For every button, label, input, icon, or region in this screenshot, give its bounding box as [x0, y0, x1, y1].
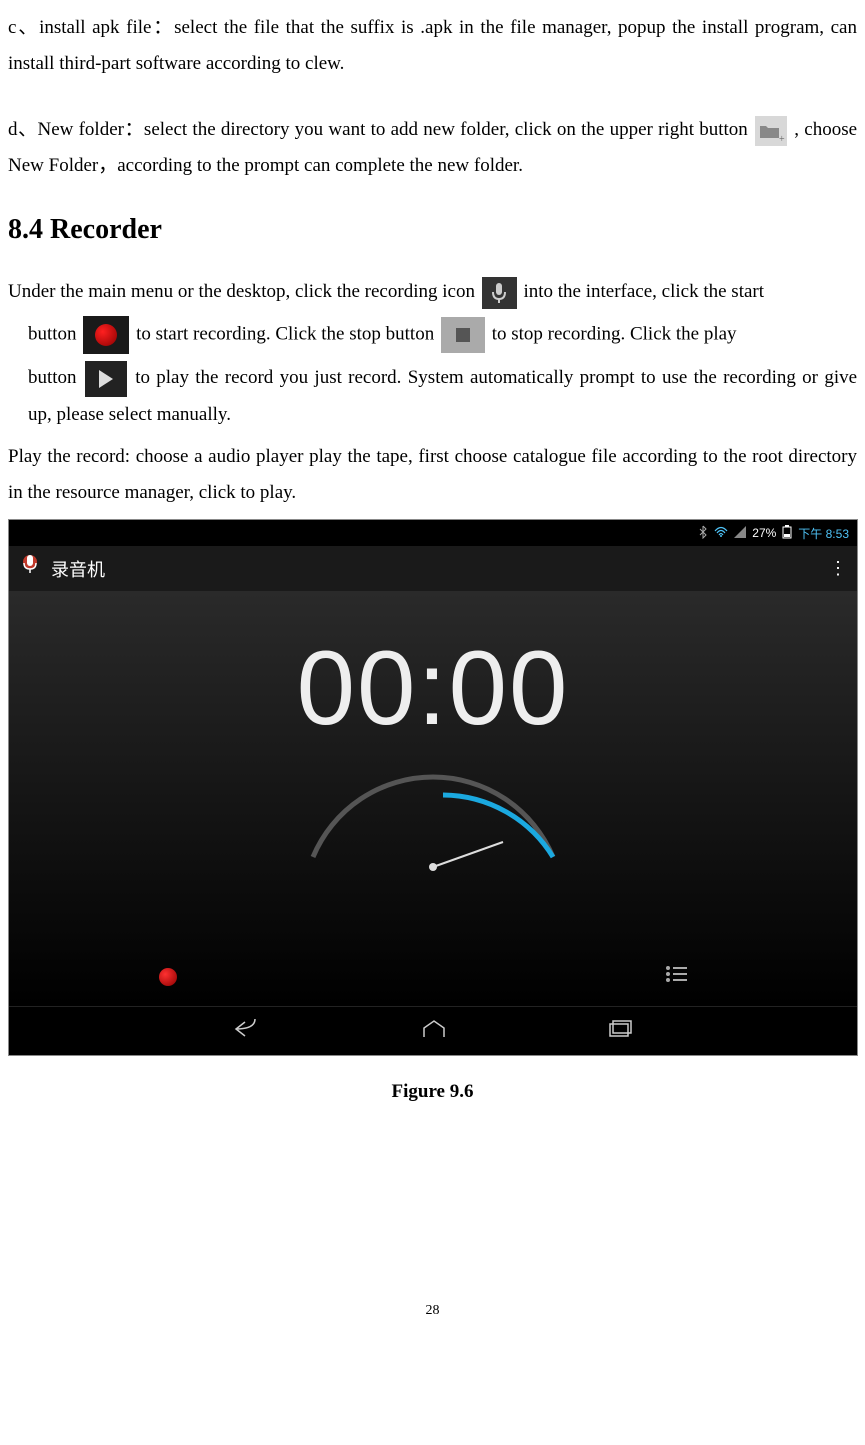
section-title: 8.4 Recorder: [8, 214, 857, 246]
record-button-icon: [83, 316, 129, 354]
stop-button-icon: [441, 317, 485, 353]
recent-nav-icon[interactable]: [607, 1019, 633, 1044]
text-line2-b: to start recording. Click the stop butto…: [136, 324, 434, 345]
recorder-body: 00:00: [9, 591, 857, 1006]
app-header: 录音机 ⋮: [9, 546, 857, 591]
page-number: 28: [8, 1303, 857, 1319]
svg-text:+: +: [779, 134, 785, 145]
text-line1-b: into the interface, click the start: [523, 281, 764, 302]
app-mic-icon: [19, 552, 41, 585]
play-record-paragraph: Play the record: choose a audio player p…: [8, 439, 857, 511]
text-line2-a: button: [28, 324, 77, 345]
bluetooth-icon: [698, 525, 708, 542]
status-time: 下午 8:53: [798, 525, 849, 542]
recorder-para2: button to start recording. Click the sto…: [28, 316, 857, 354]
back-nav-icon[interactable]: [233, 1019, 261, 1044]
text-line1-a: Under the main menu or the desktop, clic…: [8, 281, 475, 302]
recorder-timer: 00:00: [297, 629, 570, 749]
recorder-controls: [9, 948, 857, 1006]
figure-caption: Figure 9.6: [8, 1081, 857, 1103]
record-control[interactable]: [159, 968, 177, 986]
recorder-screenshot: 27% 下午 8:53 录音机 ⋮ 00:00: [8, 519, 858, 1056]
text-d-a: d、New folder：select the directory you wa…: [8, 119, 748, 140]
folder-add-icon: +: [755, 116, 787, 146]
microphone-icon: [482, 277, 517, 309]
app-title: 录音机: [51, 556, 105, 582]
text-line3-a: button: [28, 367, 77, 388]
text-play-record: Play the record: choose a audio player p…: [8, 446, 857, 503]
recorder-paragraph: Under the main menu or the desktop, clic…: [8, 274, 857, 310]
wifi-icon: [714, 526, 728, 541]
home-nav-icon[interactable]: [421, 1019, 447, 1044]
play-button-icon: [85, 361, 127, 397]
paragraph-d: d、New folder：select the directory you wa…: [8, 112, 857, 184]
menu-icon[interactable]: ⋮: [829, 558, 847, 579]
signal-icon: [734, 526, 746, 541]
battery-icon: [782, 525, 792, 542]
nav-bar: [9, 1006, 857, 1056]
vu-meter: [293, 767, 573, 877]
recorder-para3: button to play the record you just recor…: [28, 360, 857, 433]
list-control[interactable]: [665, 965, 687, 989]
text-line3-b: to play the record you just record. Syst…: [28, 367, 857, 425]
text-line2-c: to stop recording. Click the play: [492, 324, 737, 345]
status-bar: 27% 下午 8:53: [9, 520, 857, 546]
paragraph-c: c、install apk file：select the file that …: [8, 10, 857, 82]
text-c: c、install apk file：select the file that …: [8, 17, 857, 74]
battery-text: 27%: [752, 526, 776, 540]
